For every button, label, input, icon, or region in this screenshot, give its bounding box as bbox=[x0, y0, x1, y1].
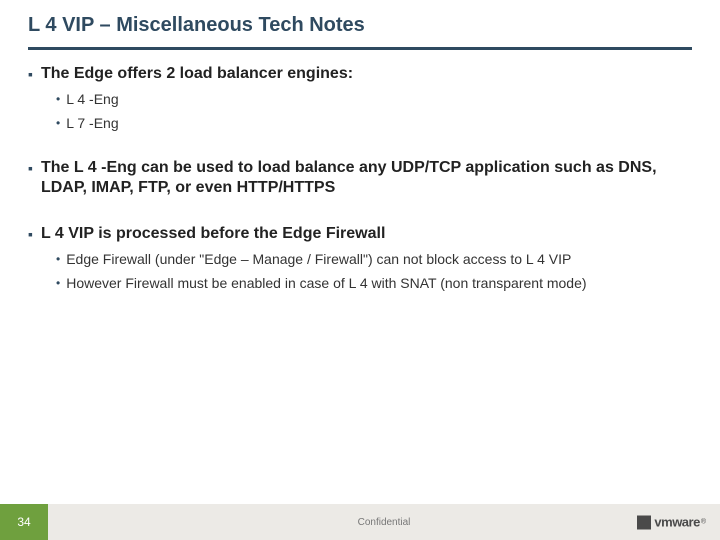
content-area: ▪ The Edge offers 2 load balancer engine… bbox=[0, 50, 720, 292]
bullet-lvl2: • L 4 -Eng bbox=[56, 90, 692, 108]
logo-trademark: ® bbox=[701, 519, 706, 526]
square-bullet-icon: ▪ bbox=[28, 64, 33, 84]
footer: 34 Confidential vmware ® bbox=[0, 504, 720, 540]
confidential-label: Confidential bbox=[358, 517, 411, 528]
dot-bullet-icon: • bbox=[56, 250, 60, 268]
list-item: Edge Firewall (under "Edge – Manage / Fi… bbox=[66, 250, 571, 268]
list-item: L 7 -Eng bbox=[66, 114, 118, 132]
bullet-lvl1: ▪ The Edge offers 2 load balancer engine… bbox=[28, 64, 692, 84]
list-item: L 4 -Eng bbox=[66, 90, 118, 108]
square-bullet-icon: ▪ bbox=[28, 224, 33, 244]
section-2: ▪ The L 4 -Eng can be used to load balan… bbox=[28, 158, 692, 198]
section-3: ▪ L 4 VIP is processed before the Edge F… bbox=[28, 224, 692, 292]
logo-mark-icon bbox=[637, 515, 651, 529]
page-number: 34 bbox=[0, 504, 48, 540]
bullet-lvl1: ▪ L 4 VIP is processed before the Edge F… bbox=[28, 224, 692, 244]
slide: L 4 VIP – Miscellaneous Tech Notes ▪ The… bbox=[0, 0, 720, 540]
bullet-lvl2: • L 7 -Eng bbox=[56, 114, 692, 132]
dot-bullet-icon: • bbox=[56, 90, 60, 108]
section-heading: The Edge offers 2 load balancer engines: bbox=[41, 64, 353, 84]
list-item: However Firewall must be enabled in case… bbox=[66, 274, 586, 292]
square-bullet-icon: ▪ bbox=[28, 158, 33, 178]
vmware-logo: vmware ® bbox=[637, 515, 706, 530]
bullet-lvl2: • Edge Firewall (under "Edge – Manage / … bbox=[56, 250, 692, 268]
section-heading: The L 4 -Eng can be used to load balance… bbox=[41, 158, 692, 198]
section-heading: L 4 VIP is processed before the Edge Fir… bbox=[41, 224, 385, 244]
bullet-lvl2: • However Firewall must be enabled in ca… bbox=[56, 274, 692, 292]
dot-bullet-icon: • bbox=[56, 114, 60, 132]
bullet-lvl1: ▪ The L 4 -Eng can be used to load balan… bbox=[28, 158, 692, 198]
dot-bullet-icon: • bbox=[56, 274, 60, 292]
section-1: ▪ The Edge offers 2 load balancer engine… bbox=[28, 64, 692, 132]
logo-text: vmware bbox=[654, 515, 699, 530]
slide-title: L 4 VIP – Miscellaneous Tech Notes bbox=[0, 0, 720, 43]
footer-bar: Confidential vmware ® bbox=[48, 504, 720, 540]
